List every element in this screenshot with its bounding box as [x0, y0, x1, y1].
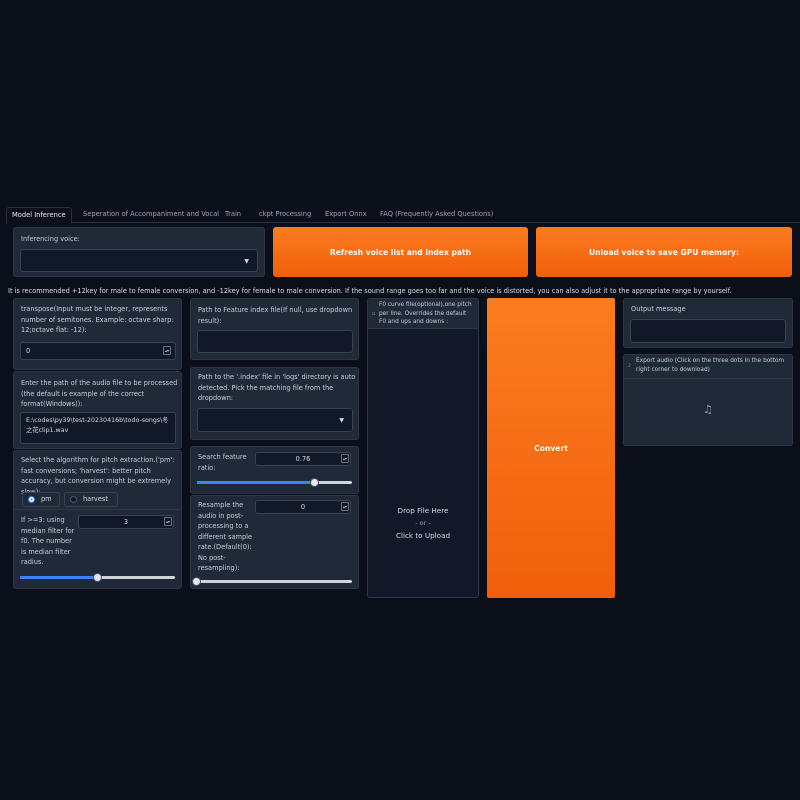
voice-panel: Inferencing voice: ▼ — [13, 227, 265, 277]
search-ratio-slider[interactable] — [197, 478, 352, 487]
filter-radius-value: 3 — [123, 518, 129, 526]
export-audio-panel: ♪ Export audio (Click on the three dots … — [623, 354, 793, 446]
convert-button[interactable]: Convert — [487, 298, 615, 598]
feature-index-panel: Path to Feature index file(If null, use … — [190, 298, 359, 360]
drop-file-text: Drop File Here — [397, 506, 449, 515]
slider-handle[interactable] — [192, 577, 201, 586]
radio-dot-icon — [70, 496, 77, 503]
audio-path-label: Enter the path of the audio file to be p… — [21, 379, 178, 408]
voice-dropdown[interactable]: ▼ — [20, 249, 258, 272]
radio-harvest[interactable]: harvest — [64, 492, 118, 507]
audio-label-icon: ♪ — [628, 363, 632, 369]
stepper-icon[interactable]: ▴▾ — [341, 454, 349, 463]
resample-panel: Resample the audio in post-processing to… — [190, 495, 359, 589]
chevron-down-icon: ▼ — [244, 258, 249, 265]
tab-ckpt-processing[interactable]: ckpt Processing — [254, 207, 316, 223]
slider-handle[interactable] — [93, 573, 102, 582]
export-audio-label: Export audio (Click on the three dots in… — [636, 358, 785, 373]
search-ratio-value: 0.76 — [295, 455, 311, 463]
unload-voice-button[interactable]: Unload voice to save GPU memory: — [536, 227, 792, 277]
transpose-value: 0 — [26, 347, 31, 355]
stepper-icon[interactable]: ▴▾ — [164, 517, 172, 526]
feature-index-label: Path to Feature index file(If null, use … — [198, 306, 353, 325]
index-dropdown-label: Path to the '.index' file in 'logs' dire… — [198, 373, 356, 402]
search-ratio-label: Search feature ratio: — [198, 453, 247, 472]
index-dropdown-panel: Path to the '.index' file in 'logs' dire… — [190, 367, 359, 440]
slider-fill — [20, 576, 98, 579]
filter-radius-label: If >=3: using median filter for f0. The … — [21, 516, 75, 566]
output-panel: Output message — [623, 298, 793, 348]
tab-separation[interactable]: Seperation of Accompaniment and Vocal — [78, 207, 224, 223]
f0-upload-label: F0 curve file(optional),one pitch per li… — [379, 302, 472, 326]
tab-faq[interactable]: FAQ (Frequently Asked Questions) — [375, 207, 498, 223]
transpose-input[interactable]: 0 ▴▾ — [20, 342, 176, 360]
filter-radius-slider[interactable] — [20, 573, 175, 582]
radio-harvest-label: harvest — [83, 495, 108, 503]
feature-index-input[interactable] — [197, 330, 353, 353]
slider-fill — [197, 481, 315, 484]
stepper-icon[interactable]: ▴▾ — [341, 502, 349, 511]
refresh-voice-button[interactable]: Refresh voice list and index path — [273, 227, 528, 277]
search-ratio-input[interactable]: 0.76 ▴▾ — [255, 452, 351, 466]
recommendation-note: It is recommended +12key for male to fem… — [8, 287, 732, 295]
resample-value: 0 — [300, 503, 306, 511]
music-note-icon: ♫ — [703, 403, 713, 416]
radio-dot-icon — [28, 496, 35, 503]
transpose-panel: transpose(Input must be integer, represe… — [13, 298, 182, 370]
search-ratio-panel: Search feature ratio: 0.76 ▴▾ — [190, 446, 359, 494]
resample-label: Resample the audio in post-processing to… — [198, 501, 253, 572]
tab-model-inference[interactable]: Model Inference — [6, 207, 72, 224]
slider-handle[interactable] — [310, 478, 319, 487]
tab-export-onnx[interactable]: Export Onnx — [320, 207, 372, 223]
transpose-label: transpose(Input must be integer, represe… — [21, 305, 174, 334]
f0-upload-panel[interactable]: ▫ F0 curve file(optional),one pitch per … — [367, 298, 479, 598]
voice-label: Inferencing voice: — [21, 235, 80, 243]
filter-radius-panel: If >=3: using median filter for f0. The … — [13, 509, 182, 589]
resample-input[interactable]: 0 ▴▾ — [255, 500, 351, 514]
stepper-icon[interactable]: ▴▾ — [163, 346, 171, 355]
click-upload-text: Click to Upload — [395, 531, 451, 540]
export-audio-header: ♪ Export audio (Click on the three dots … — [624, 355, 792, 379]
output-label: Output message — [631, 305, 686, 313]
tab-train[interactable]: Train — [220, 207, 246, 223]
or-text: - or - — [415, 519, 431, 527]
f0-upload-header: ▫ F0 curve file(optional),one pitch per … — [368, 299, 478, 329]
radio-pm[interactable]: pm — [22, 492, 60, 507]
chevron-down-icon: ▼ — [339, 417, 344, 424]
resample-slider[interactable] — [192, 577, 352, 586]
index-dropdown[interactable]: ▼ — [197, 408, 353, 432]
app-container: Model Inference Seperation of Accompanim… — [6, 205, 800, 598]
audio-path-input[interactable]: E:\codes\py39\test-20230416b\todo-songs\… — [20, 412, 176, 444]
f0-method-panel: Select the algorithm for pitch extractio… — [13, 450, 182, 513]
audio-path-panel: Enter the path of the audio file to be p… — [13, 371, 182, 449]
output-textbox — [630, 319, 786, 343]
file-icon: ▫ — [372, 311, 376, 317]
f0-method-label: Select the algorithm for pitch extractio… — [21, 456, 175, 496]
radio-pm-label: pm — [41, 495, 52, 503]
filter-radius-input[interactable]: 3 ▴▾ — [78, 515, 174, 529]
tab-bar: Model Inference Seperation of Accompanim… — [6, 205, 800, 224]
